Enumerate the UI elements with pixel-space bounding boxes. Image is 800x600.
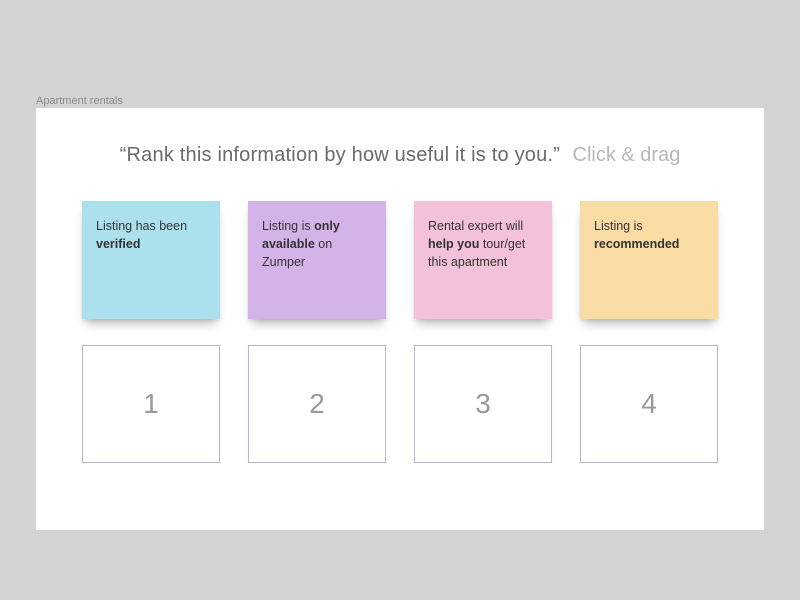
- rank-slot-3[interactable]: 3: [414, 345, 552, 463]
- card-text-bold: verified: [96, 237, 140, 251]
- prompt-row: “Rank this information by how useful it …: [76, 144, 724, 167]
- card-text-pre: Listing is: [262, 219, 314, 233]
- prompt-text: “Rank this information by how useful it …: [120, 144, 560, 166]
- hint-text: Click & drag: [573, 144, 681, 166]
- rank-slot-1[interactable]: 1: [82, 345, 220, 463]
- card-text-pre: Rental expert will: [428, 219, 523, 233]
- page-label: Apartment rentals: [36, 95, 123, 107]
- rank-slot-2[interactable]: 2: [248, 345, 386, 463]
- ranking-panel: “Rank this information by how useful it …: [36, 108, 764, 530]
- card-text-bold: help you: [428, 237, 479, 251]
- card-help-you[interactable]: Rental expert will help you tour/get thi…: [414, 201, 552, 319]
- slots-row: 1 2 3 4: [76, 345, 724, 463]
- card-text-pre: Listing has been: [96, 219, 187, 233]
- card-text-pre: Listing is: [594, 219, 643, 233]
- rank-slot-4[interactable]: 4: [580, 345, 718, 463]
- card-recommended[interactable]: Listing is recommended: [580, 201, 718, 319]
- card-only-available[interactable]: Listing is only available on Zumper: [248, 201, 386, 319]
- card-verified[interactable]: Listing has been verified: [82, 201, 220, 319]
- card-text-bold: recommended: [594, 237, 679, 251]
- cards-row: Listing has been verified Listing is onl…: [76, 201, 724, 319]
